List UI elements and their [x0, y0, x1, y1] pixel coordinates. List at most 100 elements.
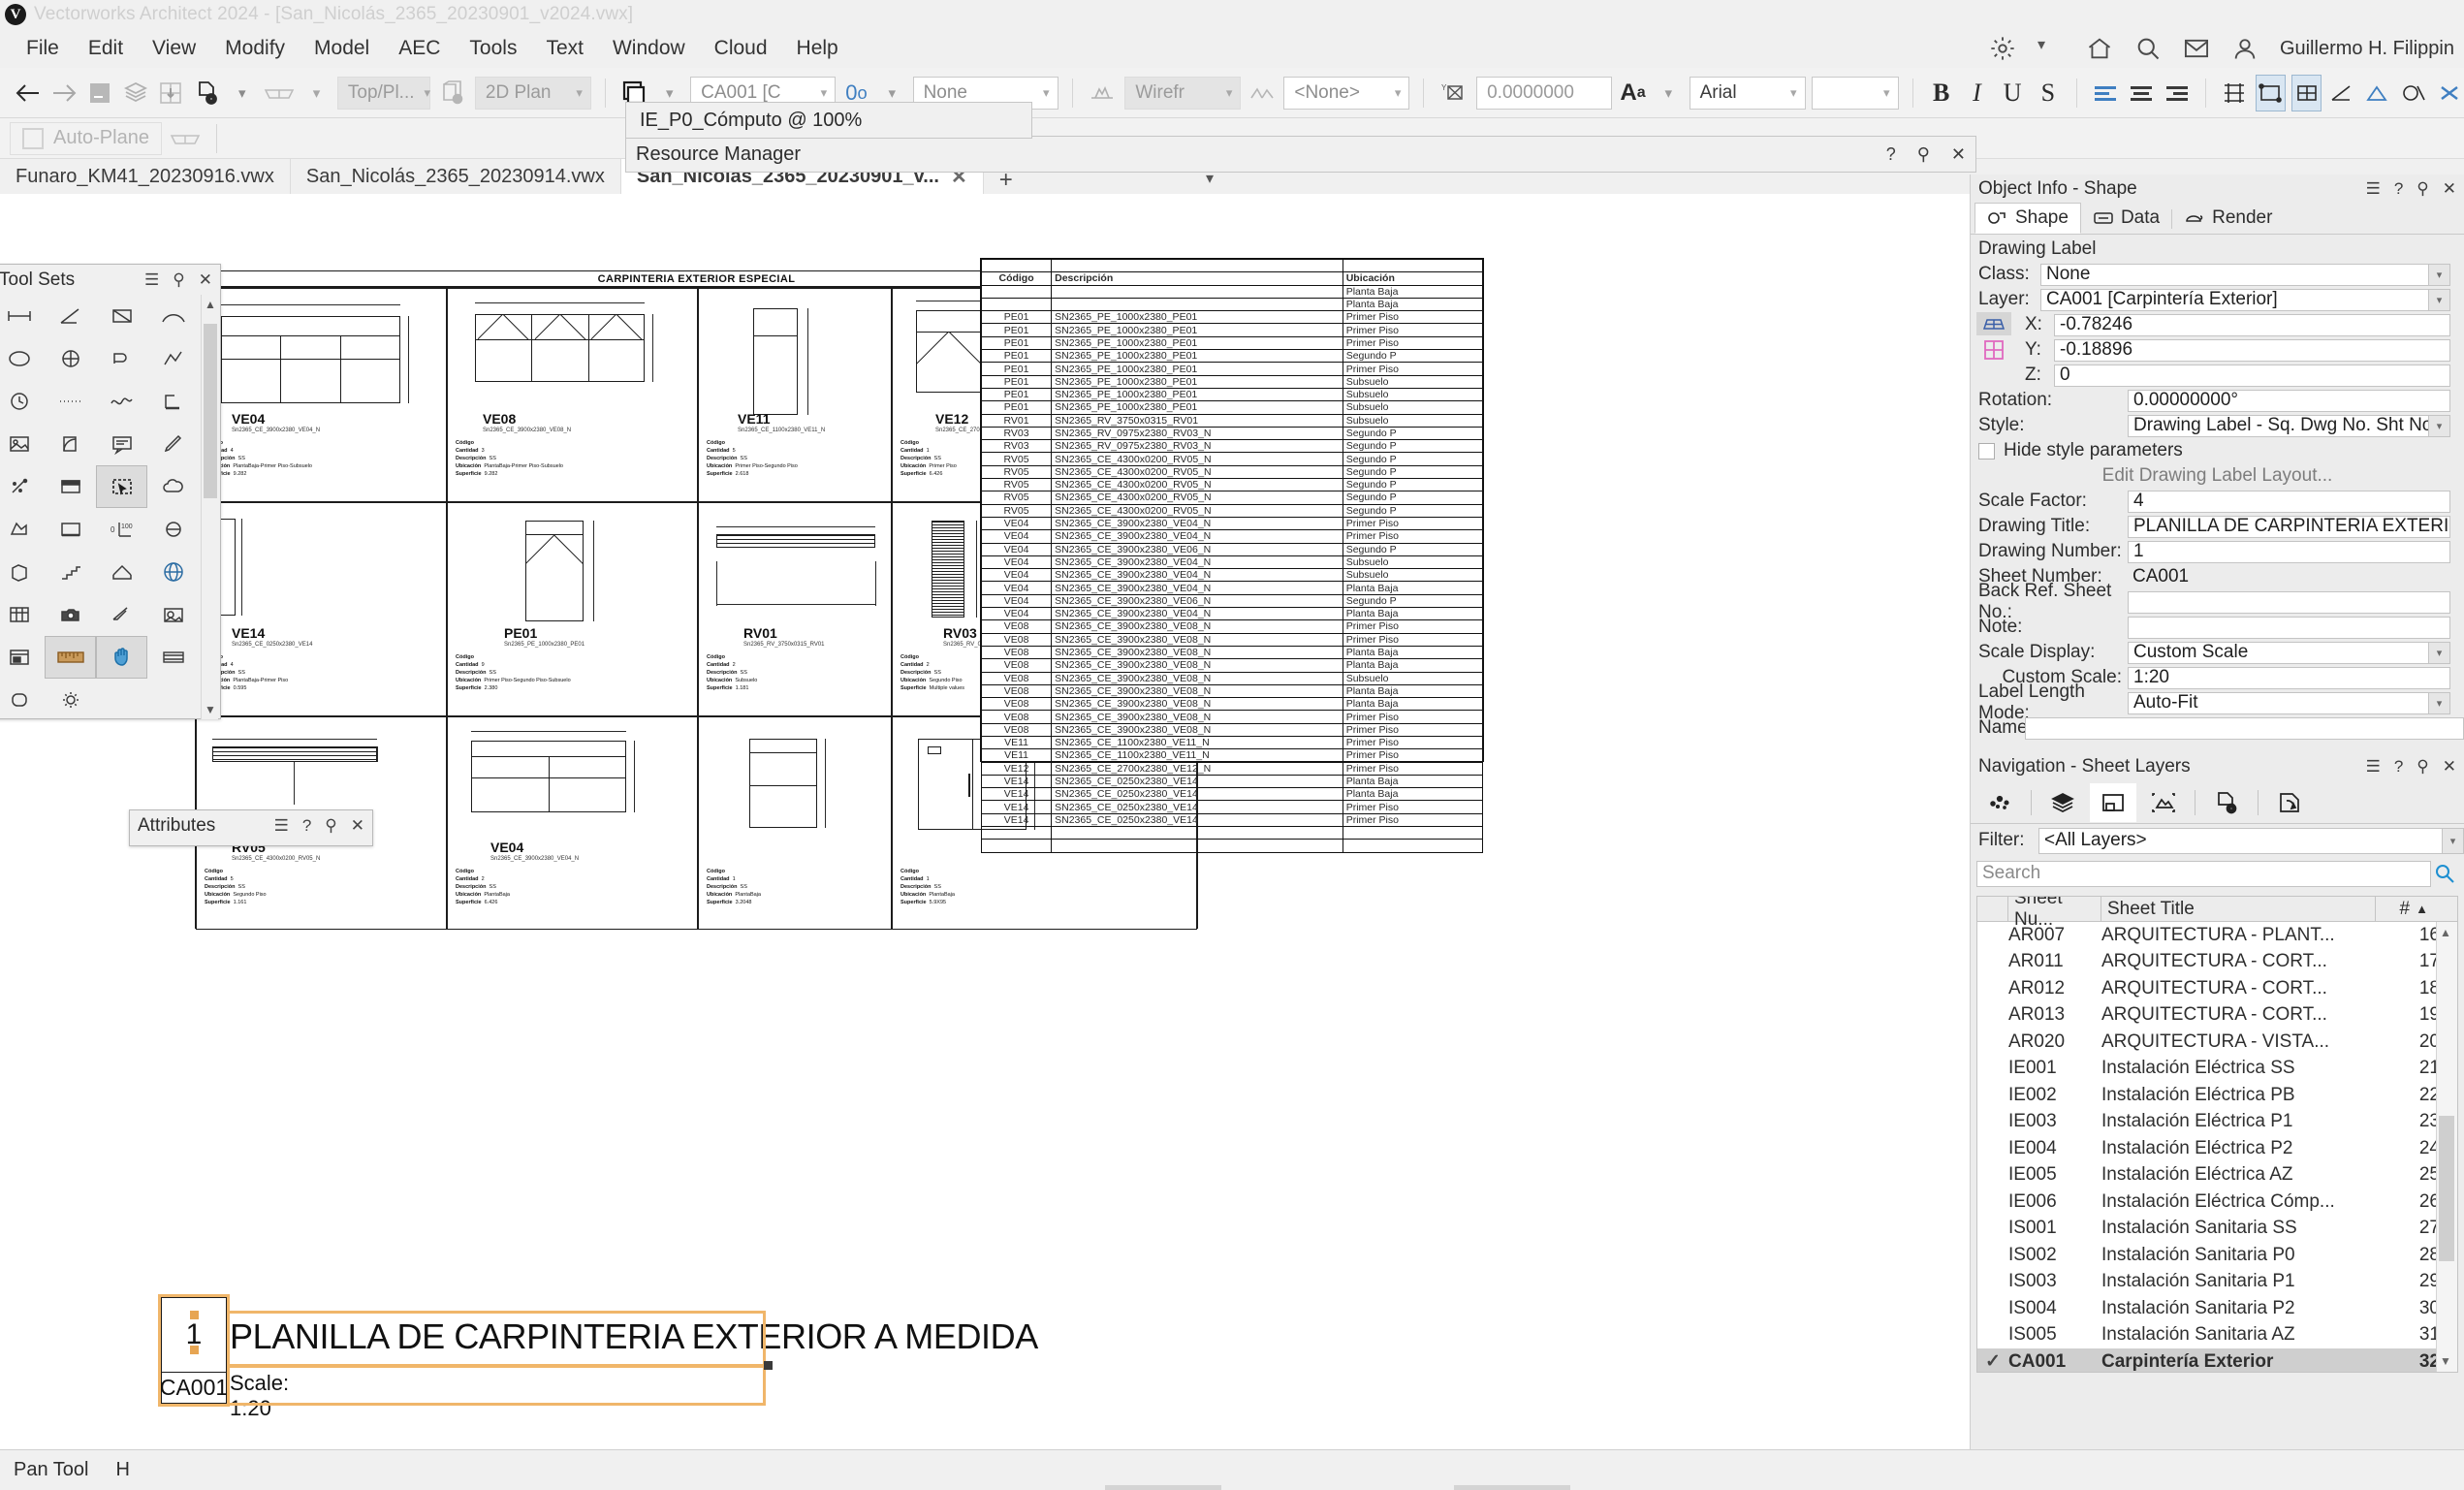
worksheet-cell[interactable]: VE04 — [980, 555, 1053, 570]
perspective-icon[interactable] — [263, 75, 296, 111]
sheet-layer-row[interactable]: IS003 Instalación Sanitaria P1 29 — [1977, 1269, 2457, 1296]
window-cell[interactable]: VE04 Sn2365_CE_3900x2380_VE04_N Código C… — [196, 288, 447, 502]
worksheet-row[interactable]: RV05 SN2365_CE_4300x0200_RV05_N Segundo P — [980, 464, 1484, 480]
x-value[interactable]: -0.78246 — [2054, 313, 2450, 336]
style-value[interactable]: Drawing Label - Sq. Dwg No. Sht No. — [2128, 414, 2429, 437]
tool-sparkle-icon[interactable] — [0, 465, 45, 508]
help-icon[interactable]: ? — [302, 816, 311, 836]
worksheet-row[interactable]: PE01 SN2365_PE_1000x2380_PE01 Primer Piso — [980, 362, 1484, 376]
worksheet-cell[interactable]: VE08 — [980, 722, 1053, 737]
worksheet-table[interactable]: Código Descripción Ubicación Planta Baja Pla… — [980, 258, 1484, 853]
worksheet-row[interactable]: RV03 SN2365_RV_0975x2380_RV03_N Segundo P — [980, 426, 1484, 441]
worksheet-cell[interactable]: Subsuelo — [1342, 374, 1484, 389]
worksheet-cell[interactable]: SN2365_CE_4300x0200_RV05_N — [1051, 464, 1343, 480]
snap-tangent-icon[interactable] — [2399, 75, 2429, 111]
worksheet-cell[interactable] — [1342, 826, 1484, 840]
tool-settings-icon[interactable] — [45, 679, 96, 721]
worksheet-cell[interactable]: Planta Baja — [1342, 645, 1484, 660]
worksheet-cell[interactable]: SN2365_CE_4300x0200_RV05_N — [1051, 491, 1343, 505]
sheet-layer-row[interactable]: IS002 Instalación Sanitaria P0 28 — [1977, 1242, 2457, 1269]
worksheet-cell[interactable]: VE04 — [980, 529, 1053, 544]
worksheet-cell[interactable]: Planta Baja — [1342, 581, 1484, 595]
worksheet-cell[interactable]: RV03 — [980, 426, 1053, 441]
worksheet-cell[interactable]: PE01 — [980, 387, 1053, 402]
worksheet-cell[interactable]: Primer Piso — [1342, 735, 1484, 750]
worksheet-row[interactable]: PE01 SN2365_PE_1000x2380_PE01 Subsuelo — [980, 400, 1484, 415]
sheet-layer-row[interactable]: IE002 Instalación Eléctrica PB 22 — [1977, 1082, 2457, 1109]
custom-scale-value[interactable]: 1:20 — [2128, 666, 2450, 689]
worksheet-cell[interactable]: RV05 — [980, 503, 1053, 518]
worksheet-cell[interactable]: SN2365_CE_2700x2380_VE12_N — [1051, 761, 1343, 776]
hamburger-icon[interactable]: ☰ — [2366, 757, 2381, 777]
worksheet-cell[interactable]: Primer Piso — [1342, 529, 1484, 544]
saved-views-icon[interactable] — [2203, 783, 2250, 822]
worksheet-row[interactable]: VE08 SN2365_CE_3900x2380_VE08_N Primer Pis… — [980, 710, 1484, 724]
worksheet-cell[interactable]: Segundo P — [1342, 426, 1484, 441]
sheet-visible-checkmark[interactable]: ✓ — [1977, 1350, 2008, 1372]
worksheet-cell[interactable]: Segundo P — [1342, 464, 1484, 480]
window-cell[interactable]: RV01 Sn2365_RV_3750x0315_RV01 Código Can… — [698, 502, 892, 716]
worksheet-row[interactable]: VE04 SN2365_CE_3900x2380_VE04_N Subsuelo — [980, 568, 1484, 583]
worksheet-row[interactable]: Planta Baja — [980, 297, 1484, 312]
worksheet-cell[interactable] — [980, 297, 1053, 312]
tab-shape[interactable]: Shape — [1974, 203, 2081, 234]
underline-icon[interactable]: U — [1998, 75, 2028, 111]
worksheet-cell[interactable]: Primer Piso — [1342, 335, 1484, 351]
sheet-layer-row[interactable]: AR011 ARQUITECTURA - CORT... 17 — [1977, 949, 2457, 976]
sheet-layer-row[interactable]: AR020 ARQUITECTURA - VISTA... 20 — [1977, 1029, 2457, 1056]
worksheet-row[interactable]: RV05 SN2365_CE_4300x0200_RV05_N Segundo P — [980, 491, 1484, 505]
worksheet-cell[interactable]: SN2365_PE_1000x2380_PE01 — [1051, 335, 1343, 351]
worksheet-cell[interactable]: SN2365_CE_3900x2380_VE08_N — [1051, 722, 1343, 737]
worksheet-cell[interactable]: VE04 — [980, 581, 1053, 595]
worksheet-row[interactable]: PE01 SN2365_PE_1000x2380_PE01 Primer Piso — [980, 310, 1484, 325]
chevron-down-icon[interactable]: ▾ — [227, 75, 257, 111]
note-value[interactable] — [2128, 616, 2450, 639]
worksheet-row[interactable]: PE01 SN2365_PE_1000x2380_PE01 Subsuelo — [980, 387, 1484, 402]
worksheet-cell[interactable]: SN2365_CE_3900x2380_VE06_N — [1051, 593, 1343, 609]
worksheet-row[interactable]: VE04 SN2365_CE_3900x2380_VE04_N Planta Baj… — [980, 581, 1484, 595]
worksheet-row[interactable]: PE01 SN2365_PE_1000x2380_PE01 Primer Piso — [980, 335, 1484, 351]
worksheet-row[interactable]: VE14 SN2365_CE_0250x2380_VE14 Primer Piso — [980, 800, 1484, 814]
sheet-list-scrollbar[interactable]: ▲ ▼ — [2436, 922, 2457, 1372]
worksheet-row[interactable] — [980, 826, 1484, 840]
sheet-layers-icon[interactable] — [2090, 782, 2136, 822]
worksheet-cell[interactable]: Planta Baja — [1342, 697, 1484, 712]
chevron-down-icon[interactable]: ▾ — [2038, 35, 2065, 62]
close-icon[interactable]: ✕ — [2443, 757, 2456, 777]
name-value[interactable] — [2025, 716, 2464, 740]
worksheet-cell[interactable]: SN2365_PE_1000x2380_PE01 — [1051, 310, 1343, 325]
worksheet-cell[interactable] — [1051, 258, 1343, 273]
worksheet-cell[interactable]: Planta Baja — [1342, 284, 1484, 299]
worksheet-row[interactable]: VE14 SN2365_CE_0250x2380_VE14 Planta Baja — [980, 774, 1484, 789]
tool-selection-icon[interactable] — [96, 465, 147, 508]
sheet-layer-row[interactable]: IE001 Instalación Eléctrica SS 21 — [1977, 1056, 2457, 1083]
scale-factor-value[interactable]: 4 — [2128, 490, 2450, 513]
worksheet-cell[interactable]: SN2365_CE_3900x2380_VE04_N — [1051, 568, 1343, 583]
font-select[interactable]: Arial ▾ — [1689, 76, 1806, 110]
menu-text[interactable]: Text — [531, 33, 598, 64]
worksheet-cell[interactable]: Planta Baja — [1342, 607, 1484, 621]
tool-measure-icon[interactable]: 0 100 — [96, 508, 147, 551]
menu-modify[interactable]: Modify — [210, 33, 300, 64]
worksheet-cell[interactable]: Primer Piso — [1342, 812, 1484, 828]
worksheet-cell[interactable]: SN2365_CE_3900x2380_VE04_N — [1051, 555, 1343, 570]
tool-circle-icon[interactable] — [0, 337, 45, 380]
working-plane-icon[interactable] — [84, 75, 114, 111]
worksheet-cell[interactable]: Primer Piso — [1342, 323, 1484, 337]
chevron-down-icon[interactable]: ▾ — [2429, 288, 2450, 311]
worksheet-cell[interactable]: SN2365_CE_4300x0200_RV05_N — [1051, 452, 1343, 466]
worksheet-cell[interactable]: Primer Piso — [1342, 761, 1484, 776]
worksheet-cell[interactable]: SN2365_PE_1000x2380_PE01 — [1051, 400, 1343, 415]
pin-icon[interactable]: ⚲ — [1917, 144, 1930, 165]
gear-icon[interactable] — [1989, 35, 2016, 62]
close-icon[interactable]: ✕ — [1951, 144, 1966, 165]
align-center-icon[interactable] — [2127, 75, 2157, 111]
tool-square-icon[interactable] — [45, 465, 96, 508]
tool-polyline-icon[interactable] — [147, 337, 199, 380]
worksheet-row[interactable]: VE12 SN2365_CE_2700x2380_VE12_N Primer Pis… — [980, 761, 1484, 776]
worksheet-row[interactable] — [980, 839, 1484, 853]
italic-icon[interactable]: I — [1962, 75, 1992, 111]
chevron-down-icon[interactable]: ▾ — [301, 75, 332, 111]
align-layers-icon[interactable] — [156, 75, 186, 111]
window-cell[interactable]: PE01 Sn2365_PE_1000x2380_PE01 Código Can… — [447, 502, 698, 716]
